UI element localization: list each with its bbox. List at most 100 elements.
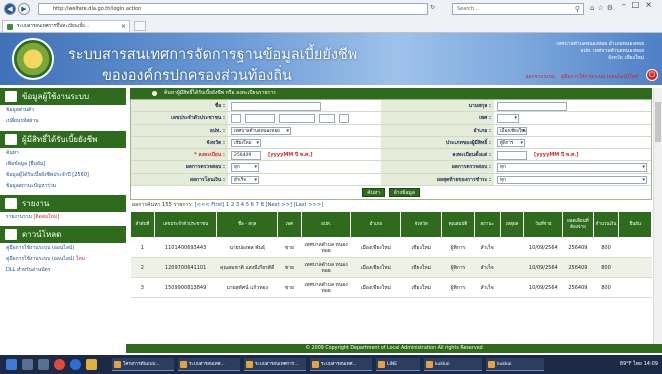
table-header: คุณสมบัติ xyxy=(441,211,475,239)
pay-type-select[interactable]: ทุก xyxy=(497,175,647,185)
site-banner: ระบบสารสนเทศการจัดการฐานข้อมูลเบี้ยยังชี… xyxy=(0,33,662,85)
pager-last[interactable]: [Last >>>] xyxy=(294,202,324,208)
sidebar-item[interactable]: รายงานรวม [ติดต่อใหม่] xyxy=(0,212,126,223)
section-icon xyxy=(5,198,17,209)
browser-tab[interactable]: ระบบสารสนเทศการขึ้นทะเบียนเบี้ย... × xyxy=(2,20,130,32)
address-bar[interactable]: http://welfare.dla.go.th/login.action xyxy=(38,3,428,15)
name-input[interactable] xyxy=(231,102,321,111)
close-icon[interactable]: × xyxy=(121,21,126,32)
citizen-id-part3[interactable] xyxy=(279,114,315,123)
chrome-icon[interactable] xyxy=(54,359,65,370)
sidebar-section-header[interactable]: ข้อมูลผู้ใช้งานระบบ xyxy=(0,88,126,105)
sidebar-section-header[interactable]: ผู้มีสิทธิ์ได้รับเบี้ยยังชีพ xyxy=(0,131,126,148)
sidebar-item[interactable]: DLL สำหรับอ่านบัตร xyxy=(0,265,126,276)
table-row[interactable]: 3 1509900813849 นายสุทัศน์ แก้วทอง ชาย เทศบา… xyxy=(130,277,652,299)
citizen-id-part4[interactable] xyxy=(319,114,335,123)
province-select[interactable]: เชียงใหม่ xyxy=(231,138,261,148)
sidebar-item[interactable]: ข้อมูลสถานะปัญหาร่วม xyxy=(0,181,126,192)
site-title: ระบบสารสนเทศการจัดการฐานข้อมูลเบี้ยยังชี… xyxy=(68,47,358,63)
sidebar-item[interactable]: เพิ่มข้อมูล [ยืนยัน] xyxy=(0,159,126,170)
date-format-hint: [yyyyMM ปี พ.ศ.] xyxy=(534,152,579,159)
taskbar-item[interactable]: kukkai xyxy=(486,358,544,371)
table-cell xyxy=(500,237,524,259)
sidebar-item[interactable]: ค้นหา xyxy=(0,148,126,159)
org-select[interactable]: เทศบาลตำบลหนองหอย xyxy=(231,126,291,136)
district-select[interactable]: เมืองเชียงใหม่ xyxy=(497,126,527,136)
taskbar-item[interactable]: ระบบสารสนเทศ... xyxy=(310,358,372,371)
sidebar-item[interactable]: ข้อมูลผู้ได้รับเบี้ยยังชีพประจำปี [2560] xyxy=(0,170,126,181)
search-input[interactable]: Search... ⚲ xyxy=(452,3,584,15)
taskbar-item[interactable]: โครงการต้นแบบ... xyxy=(112,358,174,371)
person-type-select[interactable]: ผู้พิการ xyxy=(497,138,525,148)
refresh-icon[interactable]: ↻ xyxy=(430,4,435,11)
gender-select[interactable] xyxy=(497,114,519,123)
table-cell: 2 xyxy=(130,257,155,279)
taskbar-item[interactable]: kukkai xyxy=(424,358,482,371)
taskbar-item[interactable]: LINE xyxy=(376,358,420,371)
pager-next[interactable]: [Next >>] xyxy=(266,202,294,208)
table-row[interactable]: 2 1209700641101 คุณสมชาติ แสงมีเกียรติดี ชา… xyxy=(130,257,652,279)
start-date-input[interactable] xyxy=(497,151,527,160)
forward-icon[interactable]: ▶ xyxy=(18,3,30,15)
table-cell: 10/09/2564 xyxy=(523,237,563,259)
citizen-id-part2[interactable] xyxy=(245,114,275,123)
label-pay-type: ผลสุดท้ายของการชำระ : xyxy=(381,173,494,186)
table-header: อปท. xyxy=(300,211,352,239)
taskbar-item[interactable]: ระบบสารสนเทศ... xyxy=(178,358,240,371)
sidebar-section-title: ข้อมูลผู้ใช้งานระบบ xyxy=(22,92,90,101)
scrollbar[interactable] xyxy=(653,88,662,344)
sidebar-item[interactable]: คู่มือการใช้งานระบบ (ออนไลน์) ใหม่ xyxy=(0,254,126,265)
sidebar-section-title: ผู้มีสิทธิ์ได้รับเบี้ยยังชีพ xyxy=(22,135,98,144)
start-icon[interactable] xyxy=(6,359,17,370)
manual-link[interactable]: คู่มือการใช้งานระบบ (ออนไลน์)ใหม่ xyxy=(561,74,638,80)
label-gender: เพศ : xyxy=(381,112,494,124)
sidebar-item[interactable]: ข้อมูลส่วนตัว xyxy=(0,105,126,116)
search-form: ชื่อ : นามสกุล : เลขประจำตัวประชาชน : เพ… xyxy=(130,99,652,201)
table-cell: ผู้พิการ xyxy=(441,277,475,299)
power-icon[interactable]: ⏻ xyxy=(646,69,658,81)
taskbar-item[interactable]: ระบบสารสนเทศการ... xyxy=(244,358,306,371)
edge-icon[interactable] xyxy=(70,359,81,370)
sidebar-item-label: ข้อมูลสถานะปัญหาร่วม xyxy=(6,183,57,189)
pager-first[interactable]: [<<< First] xyxy=(195,202,226,208)
label-payment: ผลการโอนเงิน : xyxy=(131,173,228,186)
sidebar-item-label: ค้นหา xyxy=(6,150,19,156)
scrollbar-thumb[interactable] xyxy=(655,102,661,142)
clock: 14:09 xyxy=(643,361,658,367)
payment-select[interactable]: สำเร็จ xyxy=(231,175,259,185)
table-header: วันที่จ่าย xyxy=(523,211,564,239)
back-icon[interactable]: ◀ xyxy=(4,3,16,15)
table-cell xyxy=(618,237,652,259)
citizen-id-part5[interactable] xyxy=(339,114,349,123)
sidebar-item[interactable]: คู่มือการใช้งานระบบ (ออนไลน์) xyxy=(0,243,126,254)
browser-icons[interactable]: ⌂☆⚙ xyxy=(590,4,616,12)
sidebar-section-header[interactable]: ดาวน์โหลด xyxy=(0,226,126,243)
table-cell: 800 xyxy=(593,277,619,299)
search-button[interactable]: ค้นหา xyxy=(362,188,386,198)
table-header: อำเภอ xyxy=(350,211,402,239)
surname-input[interactable] xyxy=(497,102,567,111)
clear-button[interactable]: ล้างข้อมูล xyxy=(388,188,420,198)
table-row[interactable]: 1 1101400693443 นายปองพล พันธุ์ ชาย เทศบาลตำ… xyxy=(130,237,652,259)
reg-date-input[interactable]: 256409 xyxy=(231,151,261,160)
logout-link[interactable]: ออกจากระบบ xyxy=(526,74,556,80)
task-view-icon[interactable] xyxy=(38,359,49,370)
sidebar-section-header[interactable]: รายงาน xyxy=(0,195,126,212)
tab-title: ระบบสารสนเทศการขึ้นทะเบียนเบี้ย... xyxy=(17,24,90,29)
new-tab-button[interactable] xyxy=(134,21,146,31)
pager-summary: ผลการค้นหา 155 รายการ: xyxy=(132,202,195,209)
sidebar-item[interactable]: เปลี่ยนรหัสผ่าน xyxy=(0,116,126,127)
search-placeholder: Search... xyxy=(457,6,479,12)
folder-icon[interactable] xyxy=(86,359,97,370)
citizen-id-part1[interactable] xyxy=(231,114,241,123)
sidebar-item-label: เพิ่มข้อมูล [ยืนยัน] xyxy=(6,161,46,167)
search-icon[interactable]: ⚲ xyxy=(575,4,580,15)
status2-select[interactable]: ทุก xyxy=(497,163,647,172)
search-taskbar-icon[interactable] xyxy=(22,359,33,370)
sidebar-section-title: ดาวน์โหลด xyxy=(22,230,62,239)
status-select[interactable]: ทุก xyxy=(231,163,259,172)
window-controls[interactable]: –□× xyxy=(622,0,658,9)
language-indicator[interactable]: ไทย xyxy=(633,361,642,367)
table-cell: เมืองเชียงใหม่ xyxy=(350,257,401,279)
sidebar-item-label: ข้อมูลส่วนตัว xyxy=(6,107,35,113)
